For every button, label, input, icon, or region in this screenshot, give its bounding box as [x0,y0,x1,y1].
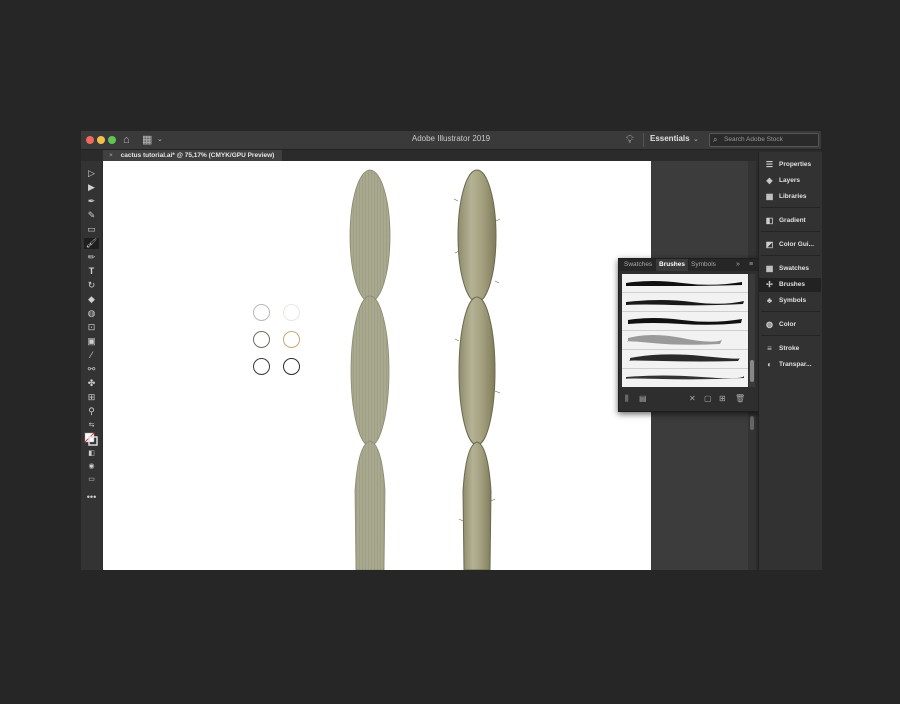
symbols-icon: ♣ [766,296,773,305]
lightbulb-icon[interactable]: 💡︎ [626,133,634,147]
warp-tool-icon[interactable]: ◍ [84,308,99,319]
search-icon: ⌕ [713,135,718,144]
layers-icon: ◈ [766,176,773,185]
divider [761,335,820,336]
symbol-sprayer-tool-icon[interactable]: ✤ [84,378,99,389]
tab-symbols[interactable]: Symbols [688,259,719,271]
artboard-tool-icon[interactable]: ⊞ [84,392,99,403]
curvature-tool-icon[interactable]: ✎ [84,210,99,221]
cactus-smooth[interactable] [349,169,391,570]
remove-stroke-icon[interactable]: ✕ [689,394,696,403]
tab-swatches[interactable]: Swatches [621,259,655,271]
properties-icon: ☰ [765,160,774,169]
new-brush-icon[interactable]: ⊞ [719,394,726,403]
scrollbar-thumb[interactable] [750,360,754,382]
swap-colors-icon[interactable]: ⇆ [84,420,99,431]
paintbrush-tool-icon[interactable]: 🖌︎ [84,238,99,249]
canvas-area[interactable] [103,161,651,570]
eraser-tool-icon[interactable]: ◆ [84,294,99,305]
rectangle-tool-icon[interactable]: ▭ [84,224,99,235]
panel-color[interactable]: ◍ Color [759,318,821,332]
divider [643,133,644,147]
options-icon[interactable]: ▢ [704,394,712,403]
zoom-tool-icon[interactable]: ⚲ [84,406,99,417]
divider [761,255,820,256]
brushes-icon: ✢ [766,280,773,289]
panel-color-guide[interactable]: ◩ Color Gui... [759,238,821,252]
selection-tool-icon[interactable]: ▷ [84,168,99,179]
workspace-chevron-icon[interactable]: ⌄ [693,133,699,147]
brush-libraries-icon[interactable]: ⫼ [625,394,629,404]
libraries-panel-icon[interactable]: ▤ [639,394,647,403]
workspace-switcher[interactable]: Essentials [650,134,690,143]
cactus-textured[interactable] [453,169,501,570]
divider [761,231,820,232]
search-placeholder: Search Adobe Stock [724,136,783,143]
color-modes-icon[interactable]: ◧ [84,448,99,459]
pen-tool-icon[interactable]: ✒ [84,196,99,207]
direct-selection-tool-icon[interactable]: ▶ [84,182,99,193]
panel-layers[interactable]: ◈ Layers [759,174,821,188]
panel-swatches[interactable]: ▦ Swatches [759,262,821,276]
gradient-tool-icon[interactable]: ▣ [84,336,99,347]
panel-gradient[interactable]: ◧ Gradient [759,214,821,228]
delete-brush-icon[interactable]: 🗑︎ [735,394,745,403]
panel-menu-icon[interactable]: ≡ [749,259,753,271]
title-bar: ⌂ ▦ ⌄ Adobe Illustrator 2019 💡︎ Essentia… [81,131,821,150]
document-tab-bar: × cactus tutorial.ai* @ 75,17% (CMYK/GPU… [103,150,651,161]
brush-list-scrollbar[interactable] [749,274,755,387]
panel-footer: ⫼ ▤ ✕ ▢ ⊞ 🗑︎ [619,389,759,409]
fill-stroke-icon[interactable] [84,432,99,446]
free-transform-tool-icon[interactable]: ⊡ [84,322,99,333]
rotate-tool-icon[interactable]: ↻ [84,280,99,291]
swatches-icon: ▦ [765,264,774,273]
panel-transparency[interactable]: ◐ Transpar... [759,358,821,372]
panel-properties[interactable]: ☰ Properties [759,158,821,172]
tools-panel: ▷ ▶ ✒ ✎ ▭ 🖌︎ ✏ T ↻ ◆ ◍ ⊡ ▣ ⁄ ⚯ ✤ ⊞ ⚲ ⇆ ◧… [81,161,102,570]
color-guide-icon: ◩ [765,240,774,249]
tab-brushes[interactable]: Brushes [656,259,689,271]
gradient-icon: ◧ [765,216,774,225]
illustrator-window: ⌂ ▦ ⌄ Adobe Illustrator 2019 💡︎ Essentia… [81,131,822,570]
blend-tool-icon[interactable]: ⚯ [84,364,99,375]
cactus-artwork[interactable] [103,161,651,570]
draw-modes-icon[interactable]: ◉ [84,461,99,472]
scrollbar-thumb[interactable] [750,416,754,430]
libraries-icon: ▦ [765,192,774,201]
stroke-icon: ≡ [767,344,772,353]
docked-panels: ☰ Properties ◈ Layers ▦ Libraries ◧ Gradient… [758,152,822,570]
more-tools-icon[interactable]: ••• [84,492,99,503]
collapse-icon[interactable]: » [736,259,740,271]
type-tool-icon[interactable]: T [84,266,99,277]
eyedropper-tool-icon[interactable]: ⁄ [84,350,99,361]
brush-list[interactable] [622,274,748,387]
artboard[interactable] [103,161,651,570]
brushes-panel[interactable]: Swatches Brushes Symbols » ≡ ⫼ ▤ ✕ ▢ ⊞ 🗑… [618,258,760,412]
screen-mode-icon[interactable]: ▭ [84,474,99,485]
document-tab[interactable]: × cactus tutorial.ai* @ 75,17% (CMYK/GPU… [103,150,283,161]
panel-libraries[interactable]: ▦ Libraries [759,190,821,204]
panel-symbols[interactable]: ♣ Symbols [759,294,821,308]
document-title: cactus tutorial.ai* @ 75,17% (CMYK/GPU P… [120,152,275,159]
divider [761,311,820,312]
close-tab-icon[interactable]: × [109,152,113,159]
panel-brushes[interactable]: ✢ Brushes [759,278,821,292]
brush-strokes [622,274,748,387]
panel-tabs: Swatches Brushes Symbols » ≡ [619,259,759,271]
shaper-tool-icon[interactable]: ✏ [84,252,99,263]
color-icon: ◍ [766,320,773,329]
divider [761,207,820,208]
transparency-icon: ◐ [767,360,772,369]
search-input[interactable]: ⌕ Search Adobe Stock [709,133,819,147]
panel-stroke[interactable]: ≡ Stroke [759,342,821,356]
